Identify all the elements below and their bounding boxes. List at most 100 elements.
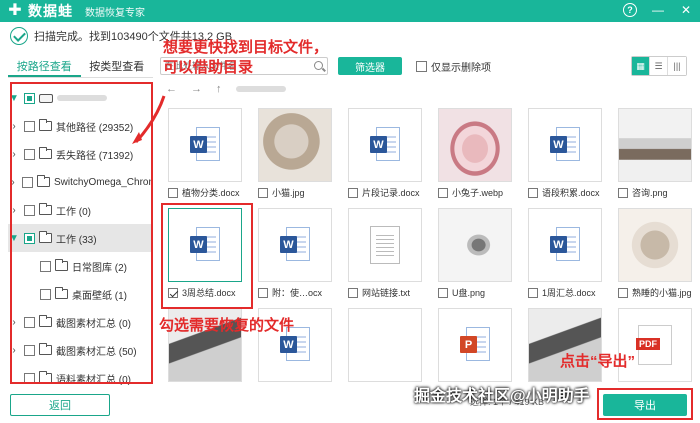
file-checkbox[interactable] [438,287,448,298]
file-checkbox[interactable] [438,187,448,198]
file-checkbox[interactable] [618,187,628,198]
file-thumbnail[interactable] [258,108,332,182]
file-tile[interactable]: W 语段积累.docx [528,108,602,199]
file-tile[interactable]: W 1周汇总.docx [528,208,602,299]
usb-photo-thumbnail [439,209,511,281]
annotation-directory-tip: 想要更快找到目标文件， 可以借助目录 [163,38,328,77]
annotation-export-highlight [597,388,693,420]
file-name: U盘.png [452,288,486,298]
file-caption: 小兔子.webp [438,186,512,199]
file-caption: U盘.png [438,286,512,299]
file-checkbox[interactable] [168,187,178,198]
file-tile[interactable]: W 植物分类.docx [168,108,242,199]
pdf-icon [636,325,672,365]
file-name: 网站链接.txt [362,288,411,298]
file-checkbox[interactable] [348,187,358,198]
file-checkbox[interactable] [348,287,358,298]
title-bar: ✚ 数据蛙 数据恢复专家 ? — ✕ [0,0,700,22]
plus-logo-icon: ✚ [8,2,22,19]
file-thumbnail[interactable]: W [528,108,602,182]
tab-by-path[interactable]: 按路径查看 [8,58,81,77]
file-thumbnail[interactable] [438,108,512,182]
annotation-selected-file-highlight [161,203,253,309]
file-name: 植物分类.docx [182,188,240,198]
file-thumbnail[interactable] [618,208,692,282]
grid-view-icon[interactable]: ▦ [632,57,650,75]
annotation-line: 可以借助目录 [163,58,254,76]
word-doc-icon: W [370,127,400,163]
kitten-photo-thumbnail [619,209,691,281]
file-caption: 咨询.png [618,186,692,199]
minimize-button[interactable]: — [650,2,666,18]
file-caption: 小猫.jpg [258,186,332,199]
filter-button[interactable]: 筛选器 [338,57,402,75]
up-arrow-icon[interactable]: ↑ [216,83,222,95]
file-caption: 语段积累.docx [528,186,602,199]
forward-arrow-icon[interactable]: → [191,83,202,95]
app-logo: ✚ 数据蛙 [6,1,73,21]
tab-by-type[interactable]: 按类型查看 [81,58,154,77]
file-checkbox[interactable] [258,187,268,198]
file-caption: 植物分类.docx [168,186,242,199]
file-tile[interactable]: 熟睡的小猫.jpg [618,208,692,299]
file-tile[interactable]: U盘.png [438,208,512,299]
file-thumbnail[interactable] [348,208,422,282]
detail-view-icon[interactable]: ||| [668,57,686,75]
file-name: 附：使…ocx [272,288,323,298]
check-circle-icon [10,27,28,45]
close-button[interactable]: ✕ [678,2,694,18]
file-checkbox[interactable] [528,187,538,198]
file-caption: 熟睡的小猫.jpg [618,286,692,299]
file-caption: 1周汇总.docx [528,286,602,299]
file-thumbnail[interactable] [438,208,512,282]
text-file-icon [370,226,400,264]
file-thumbnail[interactable]: W [528,208,602,282]
annotation-sidebar-highlight [10,82,153,384]
rabbit-photo-thumbnail [439,109,511,181]
file-tile[interactable]: 小兔子.webp [438,108,512,199]
help-button[interactable]: ? [622,2,638,18]
file-tile[interactable]: 咨询.png [618,108,692,199]
file-name: 小兔子.webp [452,188,504,198]
file-thumbnail[interactable] [618,108,692,182]
file-thumbnail[interactable]: W [258,208,332,282]
file-tile[interactable]: 小猫.jpg [258,108,332,199]
annotation-line: 想要更快找到目标文件， [163,39,329,56]
file-name: 小猫.jpg [272,188,305,198]
file-checkbox[interactable] [258,287,268,298]
file-name: 语段积累.docx [542,188,600,198]
file-thumbnail[interactable] [348,308,422,382]
file-thumbnail[interactable]: P [438,308,512,382]
file-caption: 片段记录.docx [348,186,422,199]
file-name: 1周汇总.docx [542,288,596,298]
file-tile[interactable]: 网站链接.txt [348,208,422,299]
file-checkbox[interactable] [618,287,628,298]
only-deleted-toggle[interactable]: 仅显示删除项 [412,59,491,74]
file-tile[interactable]: P [438,308,512,382]
file-tile[interactable] [348,308,422,382]
word-doc-icon: W [190,127,220,163]
word-doc-icon: W [280,227,310,263]
sidebar-tabs: 按路径查看 按类型查看 [8,58,153,78]
window-controls: ? — ✕ [622,2,694,18]
app-brand: 数据蛙 [28,3,73,19]
only-deleted-label: 仅显示删除项 [431,62,491,74]
desk-photo-thumbnail [619,109,691,181]
cat-photo-thumbnail [259,109,331,181]
checkbox[interactable] [416,60,427,72]
help-icon: ? [623,3,637,17]
file-tile[interactable]: W 片段记录.docx [348,108,422,199]
view-mode-group: ▦ ☰ ||| [631,56,687,76]
back-button[interactable]: 返回 [10,394,110,416]
file-thumbnail[interactable]: W [348,108,422,182]
file-name: 咨询.png [632,188,668,198]
word-doc-icon: W [550,127,580,163]
file-checkbox[interactable] [528,287,538,298]
annotation-select-tip: 勾选需要恢复的文件 [159,317,295,334]
annotation-export-tip: 点击“导出” [560,353,636,370]
file-tile[interactable]: W 附：使…ocx [258,208,332,299]
list-view-icon[interactable]: ☰ [650,57,668,75]
file-caption: 附：使…ocx [258,286,332,299]
file-thumbnail[interactable]: W [168,108,242,182]
powerpoint-icon: P [460,327,490,363]
